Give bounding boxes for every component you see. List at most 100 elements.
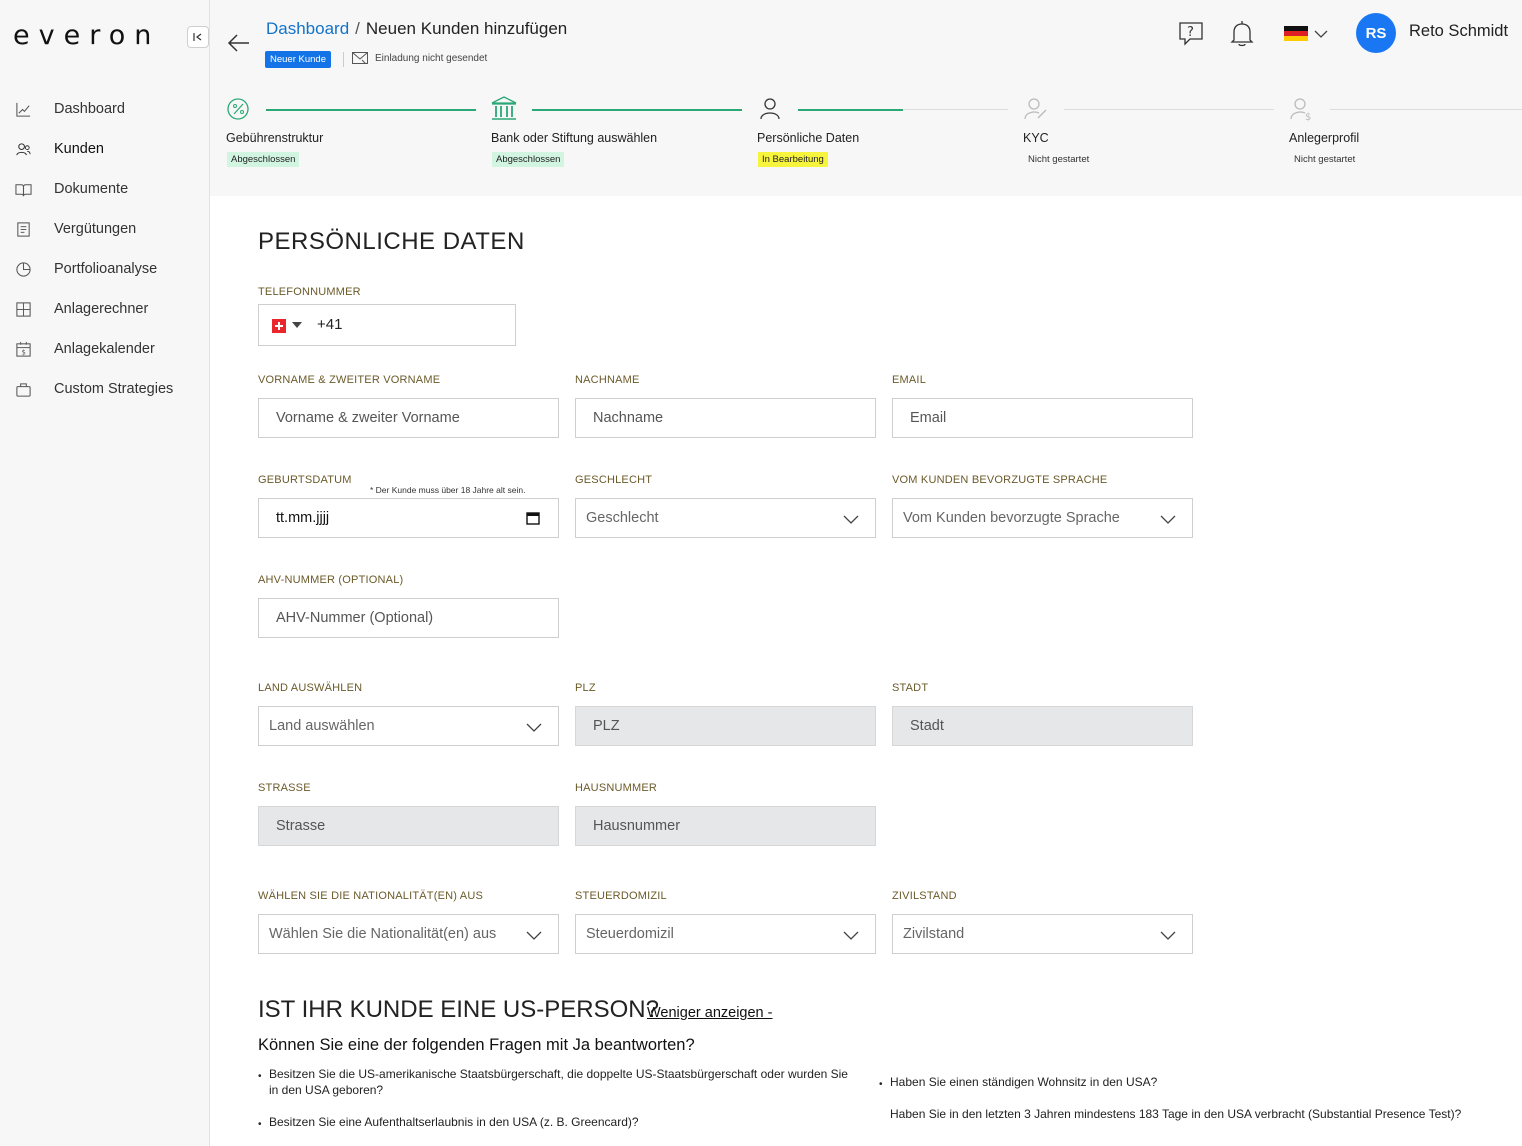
sidebar-item-verguetungen[interactable]: Vergütungen: [0, 209, 209, 249]
step-bank[interactable]: Bank oder Stiftung auswählen Abgeschloss…: [491, 96, 657, 167]
house-number-field[interactable]: Hausnummer: [575, 806, 876, 846]
bullet: •: [879, 1079, 883, 1090]
step-status-badge: Nicht gestartet: [1024, 152, 1094, 167]
svg-text:$: $: [1305, 112, 1311, 122]
user-check-icon: [1024, 98, 1047, 120]
users-icon: [14, 140, 32, 158]
language-placeholder: Vom Kunden bevorzugte Sprache: [903, 510, 1120, 526]
sidebar-item-label: Kunden: [54, 141, 104, 157]
us-question-item: • Besitzen Sie eine Aufenthaltserlaubnis …: [258, 1114, 849, 1130]
step-label: Bank oder Stiftung auswählen: [491, 131, 658, 145]
avatar[interactable]: RS: [1356, 13, 1396, 53]
phone-input[interactable]: +41: [258, 304, 516, 346]
show-less-link[interactable]: Weniger anzeigen -: [647, 1005, 772, 1021]
language-selector[interactable]: [1284, 26, 1330, 42]
gender-label: GESCHLECHT: [575, 474, 653, 486]
gender-select[interactable]: Geschlecht: [575, 498, 876, 538]
house-number-label: HAUSNUMMER: [575, 782, 658, 794]
ch-flag-icon[interactable]: [272, 319, 286, 333]
first-name-field[interactable]: Vorname & zweiter Vorname: [258, 398, 559, 438]
sidebar-item-label: Dokumente: [54, 181, 129, 197]
street-field[interactable]: Strasse: [258, 806, 559, 846]
breadcrumb: Dashboard / Neuen Kunden hinzufügen: [266, 19, 567, 39]
ahv-label: AHV-NUMMER (OPTIONAL): [258, 574, 404, 586]
breadcrumb-separator: /: [355, 19, 360, 38]
nationality-select[interactable]: Wählen Sie die Nationalität(en) aus: [258, 914, 559, 954]
calendar-dollar-icon: $: [14, 340, 32, 358]
city-label: STADT: [892, 682, 929, 694]
invite-status-text: Einladung nicht gesendet: [375, 52, 488, 64]
calendar-icon[interactable]: [526, 511, 540, 525]
user-dollar-icon: $: [1290, 98, 1311, 123]
collapse-sidebar-button[interactable]: [187, 26, 209, 48]
svg-text:?: ?: [1187, 25, 1194, 40]
language-select[interactable]: Vom Kunden bevorzugte Sprache: [892, 498, 1193, 538]
sidebar-item-dokumente[interactable]: Dokumente: [0, 169, 209, 209]
phone-value: +41: [317, 316, 343, 333]
step-kyc[interactable]: KYC Nicht gestartet: [1023, 96, 1094, 167]
step-connector: [1330, 109, 1522, 110]
last-name-label: NACHNAME: [575, 374, 640, 386]
header-divider: [343, 52, 344, 67]
last-name-field[interactable]: Nachname: [575, 398, 876, 438]
breadcrumb-dashboard-link[interactable]: Dashboard: [266, 19, 349, 38]
pie-chart-icon: [14, 260, 32, 278]
step-connector: [1064, 109, 1274, 110]
country-label: LAND AUSWÄHLEN: [258, 682, 363, 694]
step-connector: [532, 109, 742, 111]
collapse-left-icon: [193, 33, 202, 41]
sidebar-item-kunden[interactable]: Kunden: [0, 129, 209, 169]
us-question-item: • Besitzen Sie die US-amerikanische Staat…: [258, 1066, 849, 1098]
svg-text:$: $: [21, 348, 25, 356]
app-logo[interactable]: everon: [13, 20, 160, 51]
user-name[interactable]: Reto Schmidt: [1409, 22, 1508, 41]
step-label: Anlegerprofil: [1289, 131, 1360, 145]
sidebar-item-anlagerechner[interactable]: Anlagerechner: [0, 289, 209, 329]
step-persoenliche-daten[interactable]: Persönliche Daten In Bearbeitung: [757, 96, 859, 167]
phone-label: TELEFONNUMMER: [258, 286, 361, 298]
sidebar-item-label: Anlagekalender: [54, 341, 155, 357]
sidebar-nav: Dashboard Kunden Dokumente Vergütungen P…: [0, 89, 209, 409]
step-gebuehrenstruktur[interactable]: Gebührenstruktur Abgeschlossen: [226, 96, 323, 167]
bell-icon[interactable]: [1229, 20, 1255, 48]
us-question-item: • Haben Sie einen ständigen Wohnsitz in d…: [879, 1074, 1490, 1090]
city-field[interactable]: Stadt: [892, 706, 1193, 746]
chevron-down-icon: [843, 931, 859, 940]
chart-line-icon: [14, 100, 32, 118]
chevron-down-icon: [1314, 30, 1328, 38]
step-connector: [903, 109, 1008, 110]
gender-placeholder: Geschlecht: [586, 510, 659, 526]
caret-down-icon[interactable]: [292, 322, 302, 328]
civil-status-label: ZIVILSTAND: [892, 890, 957, 902]
help-chat-icon[interactable]: ?: [1178, 20, 1204, 46]
street-label: STRASSE: [258, 782, 311, 794]
briefcase-icon: [14, 380, 32, 398]
step-connector: [798, 109, 903, 111]
sidebar-item-custom-strategies[interactable]: Custom Strategies: [0, 369, 209, 409]
birthdate-field[interactable]: tt.mm.jjjj: [258, 498, 559, 538]
step-anlegerprofil[interactable]: $ Anlegerprofil Nicht gestartet: [1289, 96, 1360, 167]
sidebar-item-portfolioanalyse[interactable]: Portfolioanalyse: [0, 249, 209, 289]
us-question-heading: Können Sie eine der folgenden Fragen mit…: [258, 1036, 695, 1054]
us-person-title: IST IHR KUNDE EINE US-PERSON?: [258, 996, 659, 1023]
civil-status-select[interactable]: Zivilstand: [892, 914, 1193, 954]
country-select[interactable]: Land auswählen: [258, 706, 559, 746]
us-question-text: Besitzen Sie die US-amerikanische Staats…: [269, 1067, 848, 1097]
birthdate-value: tt.mm.jjjj: [276, 510, 330, 526]
sidebar-item-anlagekalender[interactable]: $ Anlagekalender: [0, 329, 209, 369]
chevron-down-icon: [1160, 931, 1176, 940]
book-icon: [14, 180, 32, 198]
sidebar-item-label: Vergütungen: [54, 221, 137, 237]
chevron-down-icon: [1160, 515, 1176, 524]
us-question-item: •Haben Sie in den letzten 3 Jahren minde…: [890, 1106, 1490, 1132]
tax-domicile-select[interactable]: Steuerdomizil: [575, 914, 876, 954]
step-label: KYC: [1023, 131, 1049, 145]
zip-field[interactable]: PLZ: [575, 706, 876, 746]
tax-domicile-label: STEUERDOMIZIL: [575, 890, 667, 902]
email-field[interactable]: Email: [892, 398, 1193, 438]
step-status-badge: In Bearbeitung: [758, 152, 828, 167]
calculator-icon: [14, 300, 32, 318]
back-arrow-icon[interactable]: [226, 30, 252, 56]
ahv-field[interactable]: AHV-Nummer (Optional): [258, 598, 559, 638]
sidebar-item-dashboard[interactable]: Dashboard: [0, 89, 209, 129]
